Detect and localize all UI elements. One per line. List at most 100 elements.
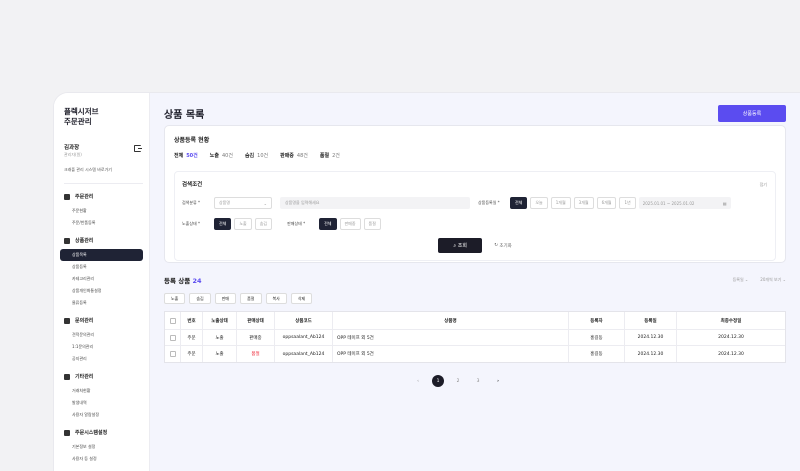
menu-item-product-list[interactable]: 상품목록 bbox=[60, 249, 143, 261]
menu-item-notice[interactable]: 공지관리 bbox=[60, 353, 143, 365]
logout-icon[interactable] bbox=[134, 145, 142, 152]
page-1[interactable]: 1 bbox=[432, 375, 444, 387]
search-input[interactable]: 상품명을 입력해세요 bbox=[280, 197, 470, 209]
cell[interactable]: OPP 테이프 외 5건 bbox=[333, 330, 569, 345]
reset-button[interactable]: ↻ 초기화 bbox=[494, 238, 512, 253]
menu-group-inquiry[interactable]: 문의관리 bbox=[64, 317, 143, 324]
sort-select[interactable]: 등록일 ⌄ bbox=[733, 277, 749, 283]
cell: 2024.12.30 bbox=[718, 351, 744, 357]
date-range-3m[interactable]: 3개월 bbox=[573, 197, 594, 209]
menu-item-product-register[interactable]: 상품등록 bbox=[60, 261, 143, 273]
per-page-value: 20개씩 보기 bbox=[760, 277, 782, 282]
page-3[interactable]: 3 bbox=[472, 375, 484, 387]
sidebar: 플렉시저브 주문관리 김과장 관리자(원) 크래플 관리 시스템 바로가기 주문… bbox=[54, 93, 150, 471]
cell: 2024.12.30 bbox=[718, 335, 744, 340]
search-type-select[interactable]: 상품명 ⌄ bbox=[214, 197, 272, 209]
date-range-all[interactable]: 전체 bbox=[510, 197, 528, 209]
sale-soldout[interactable]: 품절 bbox=[363, 218, 381, 230]
sidebar-menu: 주문관리 주문현황 주문/반품등록 상품관리 상품목록 상품등록 카테고리관리 … bbox=[60, 193, 143, 465]
stat-label: 숨김 bbox=[244, 153, 255, 159]
menu-item-quote[interactable]: 견적문의관리 bbox=[60, 329, 143, 341]
cell: 판매중 bbox=[237, 330, 275, 345]
date-picker[interactable]: 2025.01.01 ~ 2025.01.02 ▦ bbox=[638, 197, 731, 209]
menu-item-category[interactable]: 카테고리관리 bbox=[60, 273, 143, 285]
menu-item-history[interactable]: 발생내역 bbox=[60, 397, 143, 409]
menu-item-order-status[interactable]: 주문현황 bbox=[60, 205, 143, 217]
table-row[interactable]: 주문 노출 판매중 oppsaalant_Ab124 OPP 테이프 외 5건 … bbox=[165, 330, 785, 346]
visibility-all[interactable]: 전체 bbox=[214, 218, 232, 230]
stat-value: 50건 bbox=[186, 153, 198, 159]
stat-total[interactable]: 전체 50건 bbox=[174, 152, 198, 159]
menu-item-qna[interactable]: 1:1문의관리 bbox=[60, 341, 143, 353]
cell: 홍길동 bbox=[569, 346, 625, 362]
brand-line-2: 주문관리 bbox=[64, 117, 92, 126]
stat-value: 10건 bbox=[257, 153, 269, 159]
row-select-cell bbox=[165, 330, 181, 345]
action-soldout[interactable]: 품절 bbox=[240, 293, 262, 304]
cell: 품절 bbox=[237, 346, 275, 362]
action-copy[interactable]: 복사 bbox=[265, 293, 287, 304]
col-header: 등록자 bbox=[569, 312, 625, 329]
cell: 2024.12.30 bbox=[625, 330, 677, 345]
pagination: ‹ 1 2 3 › bbox=[412, 375, 504, 387]
search-button-label: 조회 bbox=[457, 243, 467, 249]
visibility-label: 노출상태 * bbox=[182, 221, 200, 226]
cell: oppsaalant_Ab124 bbox=[275, 346, 333, 362]
row-checkbox[interactable] bbox=[169, 351, 176, 357]
stat-on-sale[interactable]: 판매중 48건 bbox=[280, 152, 308, 159]
system-link[interactable]: 크래플 관리 시스템 바로가기 bbox=[64, 167, 143, 184]
action-delete[interactable]: 삭제 bbox=[290, 293, 313, 304]
sale-all[interactable]: 전체 bbox=[319, 218, 337, 230]
cell: 2024.12.30 bbox=[625, 346, 677, 362]
menu-group-etc[interactable]: 기타관리 bbox=[64, 373, 143, 380]
next-icon[interactable]: › bbox=[492, 375, 504, 387]
cart-icon bbox=[64, 193, 70, 200]
menu-group-settings[interactable]: 주문시스템설정 bbox=[64, 429, 143, 436]
page-title: 상품 목록 bbox=[164, 109, 205, 121]
action-sell[interactable]: 판매 bbox=[214, 293, 237, 304]
row-select-cell bbox=[165, 346, 181, 362]
box-icon bbox=[64, 237, 70, 244]
stat-visible[interactable]: 노출 40건 bbox=[210, 152, 233, 159]
date-range-6m[interactable]: 6개월 bbox=[596, 197, 617, 209]
select-all-checkbox[interactable] bbox=[169, 317, 176, 324]
menu-item-personalization[interactable]: 상품개인화통설정 bbox=[60, 285, 143, 297]
date-range-1m[interactable]: 1개월 bbox=[550, 197, 571, 209]
brand-line-1: 플렉시저브 bbox=[64, 107, 99, 116]
stat-soldout[interactable]: 품절 2건 bbox=[320, 152, 340, 159]
menu-group-product[interactable]: 상품관리 bbox=[64, 237, 143, 244]
menu-item-order-return[interactable]: 주문/반품등록 bbox=[60, 217, 143, 229]
cell: 홍길동 bbox=[569, 330, 625, 345]
col-header: 번호 bbox=[181, 312, 203, 329]
fold-toggle[interactable]: 접기 bbox=[760, 182, 767, 188]
sort-value: 등록일 bbox=[732, 277, 744, 282]
sale-on[interactable]: 판매중 bbox=[339, 218, 361, 230]
stat-hidden[interactable]: 숨김 10건 bbox=[245, 152, 268, 159]
prev-icon[interactable]: ‹ bbox=[412, 375, 424, 387]
per-page-select[interactable]: 20개씩 보기 ⌄ bbox=[760, 277, 786, 283]
visibility-visible[interactable]: 노출 bbox=[234, 218, 252, 230]
table-row[interactable]: 주문 노출 품절 oppsaalant_Ab124 OPP 테이프 외 5건 홍… bbox=[165, 346, 785, 362]
stat-value: 48건 bbox=[296, 153, 308, 159]
menu-item-logistics[interactable]: 물류등록 bbox=[60, 297, 143, 309]
menu-item-alarm[interactable]: 사용자 알람설정 bbox=[60, 409, 143, 421]
search-type-label: 검색분류 * bbox=[182, 200, 200, 205]
register-product-button[interactable]: 상품등록 bbox=[718, 104, 786, 122]
menu-group-order[interactable]: 주문관리 bbox=[64, 193, 143, 200]
cell[interactable]: OPP 테이프 외 5건 bbox=[333, 346, 569, 362]
date-range-today[interactable]: 오늘 bbox=[530, 197, 548, 209]
user-name: 김과장 bbox=[64, 145, 80, 151]
date-range-1y[interactable]: 1년 bbox=[619, 197, 636, 209]
page-2[interactable]: 2 bbox=[452, 375, 464, 387]
menu-item-basic-info[interactable]: 기본정보 설정 bbox=[60, 441, 143, 453]
action-hide[interactable]: 숨김 bbox=[189, 293, 211, 304]
search-title: 검색조건 bbox=[182, 182, 203, 188]
action-visible[interactable]: 노출 bbox=[164, 293, 186, 304]
menu-item-user-settings[interactable]: 사용자 등 설정 bbox=[60, 453, 143, 465]
search-button[interactable]: ⌕ 조회 bbox=[438, 238, 483, 253]
reset-button-label: 초기화 bbox=[499, 243, 512, 249]
menu-group-label: 주문시스템설정 bbox=[75, 430, 108, 436]
row-checkbox[interactable] bbox=[169, 334, 176, 341]
menu-item-client[interactable]: 거래처현황 bbox=[60, 385, 143, 397]
visibility-hidden[interactable]: 숨김 bbox=[254, 218, 273, 230]
